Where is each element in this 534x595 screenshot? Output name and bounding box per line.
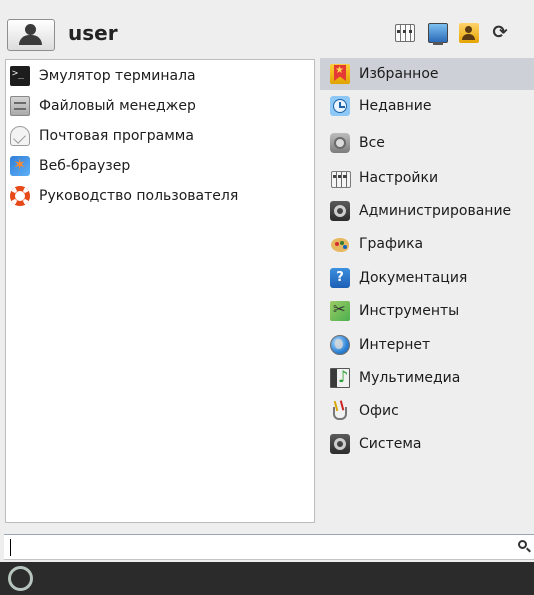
category-label: Недавние [359, 98, 432, 114]
switch-user-icon[interactable] [459, 23, 479, 43]
tools-icon [330, 300, 350, 321]
category-label: Все [359, 135, 385, 151]
favorite-item-mail[interactable]: Почтовая программа [10, 122, 194, 150]
mail-icon [10, 126, 30, 146]
category-label: Документация [359, 270, 468, 286]
favorite-item-web-browser[interactable]: Веб-браузер [10, 152, 130, 180]
category-internet[interactable]: Интернет [327, 329, 534, 361]
power-icon[interactable]: ⟳ [490, 23, 510, 43]
favorites-panel: >_ Эмулятор терминала Файловый менеджер … [5, 59, 315, 523]
terminal-icon: >_ [10, 66, 30, 86]
favorites-icon [330, 64, 350, 84]
lock-screen-icon[interactable] [428, 23, 448, 45]
category-label: Администрирование [359, 203, 512, 219]
favorite-item-label: Почтовая программа [39, 128, 194, 144]
user-icon [25, 24, 36, 35]
username-label: user [68, 21, 118, 45]
search-input[interactable] [6, 537, 510, 557]
category-label: Графика [359, 236, 424, 252]
category-recent[interactable]: Недавние [327, 90, 534, 122]
category-all[interactable]: Все [327, 127, 534, 159]
category-settings[interactable]: Настройки [327, 162, 534, 194]
category-label: Настройки [359, 170, 439, 186]
text-caret [10, 539, 11, 556]
favorite-item-user-guide[interactable]: Руководство пользователя [10, 182, 238, 210]
multimedia-icon [330, 367, 350, 388]
system-icon [330, 434, 350, 454]
office-icon [330, 401, 350, 421]
administration-icon [330, 201, 350, 221]
graphics-icon [330, 234, 350, 254]
category-documentation[interactable]: ? Документация [327, 262, 534, 294]
settings-manager-icon[interactable] [395, 23, 415, 43]
help-lifebuoy-icon [10, 186, 30, 206]
file-manager-icon [10, 96, 30, 116]
settings-icon [330, 168, 351, 188]
favorite-item-terminal[interactable]: >_ Эмулятор терминала [10, 62, 196, 90]
category-label: Интернет [359, 337, 431, 353]
category-label: Избранное [359, 66, 439, 82]
category-favorites[interactable]: Избранное [320, 58, 534, 90]
menu-header: user ⟳ [0, 0, 534, 58]
all-apps-icon [330, 133, 350, 153]
category-graphics[interactable]: Графика [327, 228, 534, 260]
category-label: Офис [359, 403, 399, 419]
taskbar [0, 562, 534, 595]
recent-icon [330, 96, 350, 116]
favorite-item-label: Файловый менеджер [39, 98, 196, 114]
category-label: Инструменты [359, 303, 460, 319]
favorite-item-label: Эмулятор терминала [39, 68, 196, 84]
search-icon[interactable] [516, 539, 532, 555]
category-multimedia[interactable]: Мультимедиа [327, 362, 534, 394]
favorite-item-label: Руководство пользователя [39, 188, 239, 204]
category-system[interactable]: Система [327, 428, 534, 460]
documentation-icon: ? [330, 268, 350, 288]
favorite-item-label: Веб-браузер [39, 158, 131, 174]
web-browser-icon [10, 155, 30, 176]
search-bar [4, 534, 534, 560]
category-office[interactable]: Офис [327, 395, 534, 427]
category-label: Система [359, 436, 422, 452]
category-tools[interactable]: Инструменты [327, 295, 534, 327]
favorite-item-file-manager[interactable]: Файловый менеджер [10, 92, 196, 120]
start-menu-button[interactable] [8, 566, 33, 591]
user-avatar-button[interactable] [7, 19, 55, 51]
internet-icon [330, 335, 350, 355]
category-label: Мультимедиа [359, 370, 461, 386]
category-administration[interactable]: Администрирование [327, 195, 534, 227]
